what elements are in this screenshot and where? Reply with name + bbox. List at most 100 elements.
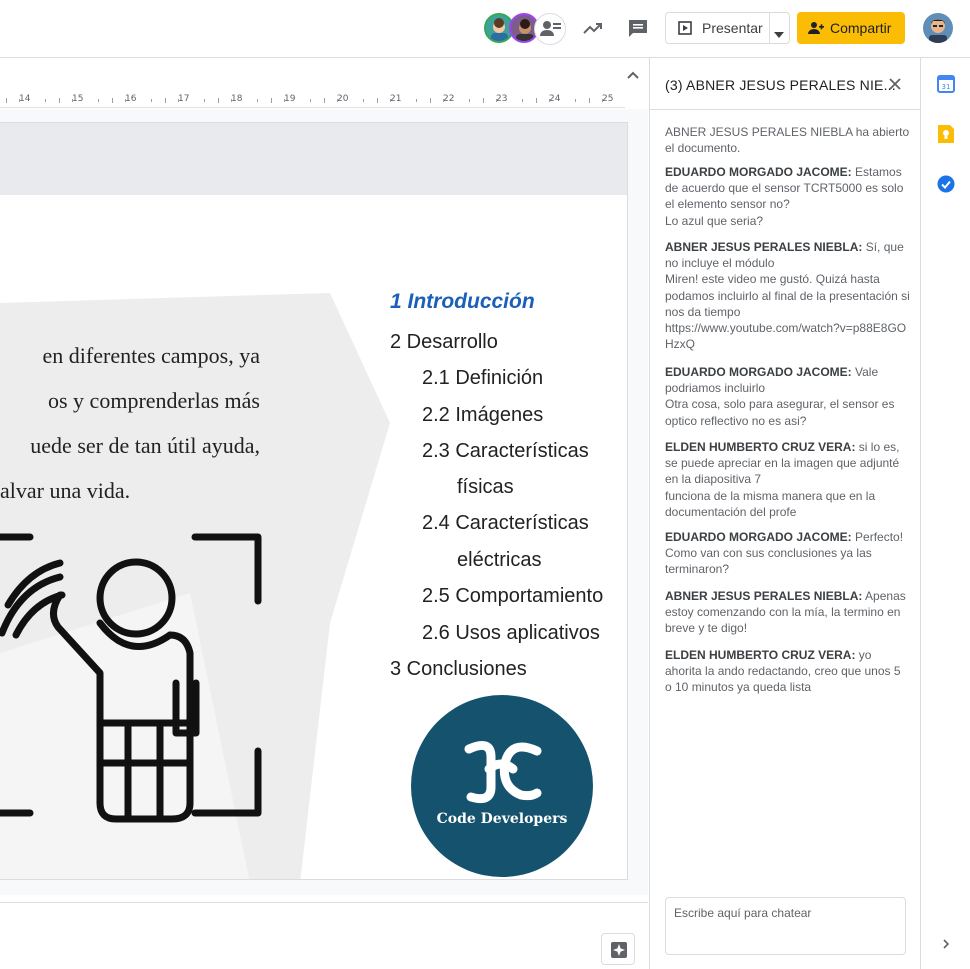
ruler-tick xyxy=(323,98,325,103)
message-line: Perfecto! xyxy=(855,530,904,544)
ruler-tick xyxy=(177,99,179,102)
ruler-tick xyxy=(217,98,219,103)
horizontal-ruler[interactable]: 14 15 16 17 18 19 20 21 22 23 24 25 xyxy=(0,90,625,108)
toc-item-caracteristicas-fisicas[interactable]: 2.3 Características xyxy=(422,440,589,463)
toc-item-electricas-cont[interactable]: eléctricas xyxy=(457,549,541,572)
trending-icon[interactable] xyxy=(581,16,605,40)
top-bar: Presentar Compartir xyxy=(0,0,970,58)
ruler-tick xyxy=(416,99,418,102)
ruler-tick xyxy=(257,99,259,102)
comment-icon[interactable] xyxy=(626,16,650,40)
ruler-tick xyxy=(204,99,206,102)
slide-header-band xyxy=(0,123,627,195)
calendar-icon[interactable]: 31 xyxy=(937,75,955,93)
ruler-tick xyxy=(151,99,153,102)
message-author: EDUARDO MORGADO JACOME: xyxy=(665,165,852,179)
system-message: ABNER JESUS PERALES NIEBLA ha abierto el… xyxy=(665,125,910,156)
share-label: Compartir xyxy=(830,20,892,36)
expand-icon[interactable] xyxy=(940,937,952,949)
ruler-tick xyxy=(588,98,590,103)
ruler-tick xyxy=(283,99,285,102)
message-link[interactable]: https://www.youtube.com/watch?v=p88E8GOH… xyxy=(665,321,906,351)
ruler-label: 19 xyxy=(284,94,296,104)
chat-header: (3) ABNER JESUS PERALES NIE... xyxy=(650,58,921,110)
ruler-tick xyxy=(376,98,378,103)
body-line-1: en diferentes campos, ya xyxy=(42,343,260,368)
message-line: Como van con sus conclusiones ya las ter… xyxy=(665,546,872,577)
ruler-tick xyxy=(495,99,497,102)
message-author: ABNER JESUS PERALES NIEBLA: xyxy=(665,589,863,603)
dropdown-icon[interactable] xyxy=(774,25,784,41)
toc-item-comportamiento[interactable]: 2.5 Comportamiento xyxy=(422,585,603,608)
body-line-3: uede ser de tan útil ayuda, xyxy=(30,433,260,458)
share-button[interactable]: Compartir xyxy=(797,12,905,44)
present-button[interactable]: Presentar xyxy=(665,12,790,44)
ruler-tick xyxy=(482,98,484,103)
ruler-label: 21 xyxy=(390,94,402,104)
toc-item-definicion[interactable]: 2.1 Definición xyxy=(422,367,543,390)
account-avatar[interactable] xyxy=(923,13,953,43)
ruler-label: 20 xyxy=(337,94,349,104)
toc-item-conclusiones[interactable]: 3 Conclusiones xyxy=(390,658,527,681)
ruler-label: 18 xyxy=(231,94,243,104)
toc-item-imagenes[interactable]: 2.2 Imágenes xyxy=(422,404,543,427)
body-line-2: os y comprenderlas más xyxy=(48,388,260,413)
chat-message: ELDEN HUMBERTO CRUZ VERA: si lo es, se p… xyxy=(665,439,910,520)
ruler-tick xyxy=(548,99,550,102)
ruler-label: 16 xyxy=(125,94,137,104)
ruler-tick xyxy=(71,99,73,102)
ruler-tick xyxy=(230,99,232,102)
ruler-tick xyxy=(18,99,20,102)
chat-title: (3) ABNER JESUS PERALES NIE... xyxy=(665,77,896,93)
slide[interactable]: en diferentes campos, ya os y comprender… xyxy=(0,122,628,880)
keep-icon[interactable] xyxy=(938,125,954,143)
chat-message: ABNER JESUS PERALES NIEBLA: Sí, que no i… xyxy=(665,239,910,352)
chat-panel: (3) ABNER JESUS PERALES NIE... ABNER JES… xyxy=(649,58,921,969)
ruler-label: 22 xyxy=(443,94,455,104)
message-author: ELDEN HUMBERTO CRUZ VERA: xyxy=(665,648,856,662)
toc-item-caracteristicas-electricas[interactable]: 2.4 Características xyxy=(422,512,589,535)
collapse-icon[interactable] xyxy=(626,68,640,82)
chat-message: ELDEN HUMBERTO CRUZ VERA: yo ahorita la … xyxy=(665,647,910,696)
ruler-label: 23 xyxy=(496,94,508,104)
present-icon xyxy=(678,21,692,35)
ruler-tick xyxy=(270,98,272,103)
ruler-tick xyxy=(45,99,47,102)
message-author: EDUARDO MORGADO JACOME: xyxy=(665,530,852,544)
ruler-label: 17 xyxy=(178,94,190,104)
chat-message: ABNER JESUS PERALES NIEBLA: Apenas estoy… xyxy=(665,588,910,637)
slide-canvas: en diferentes campos, ya os y comprender… xyxy=(0,109,648,895)
speaker-notes-area[interactable] xyxy=(0,902,648,969)
tasks-icon[interactable] xyxy=(937,175,955,193)
message-author: ELDEN HUMBERTO CRUZ VERA: xyxy=(665,440,856,454)
ruler-tick xyxy=(164,98,166,103)
ruler-label: 24 xyxy=(549,94,561,104)
explore-icon xyxy=(610,941,628,959)
chat-input-placeholder: Escribe aquí para chatear xyxy=(674,906,812,920)
message-author: EDUARDO MORGADO JACOME: xyxy=(665,365,852,379)
logo-text: Code Developers xyxy=(436,811,568,827)
message-line: Miren! este video me gustó. Quizá hasta … xyxy=(665,272,910,319)
ruler-tick xyxy=(5,98,7,103)
chat-message: EDUARDO MORGADO JACOME: Perfecto! Como v… xyxy=(665,529,910,578)
person-add-icon xyxy=(808,20,824,36)
chat-input[interactable]: Escribe aquí para chatear xyxy=(665,897,906,955)
toc-item-usos-aplicativos[interactable]: 2.6 Usos aplicativos xyxy=(422,622,600,645)
ruler-label: 14 xyxy=(19,94,31,104)
message-line: Lo azul que seria? xyxy=(665,213,764,228)
message-author: ABNER JESUS PERALES NIEBLA: xyxy=(665,240,863,254)
toc-item-fisicas-cont[interactable]: físicas xyxy=(457,476,514,499)
body-line-4: alvar una vida. xyxy=(0,478,131,503)
ruler-tick xyxy=(98,99,100,102)
ruler-tick xyxy=(336,99,338,102)
chat-message: EDUARDO MORGADO JACOME: Vale podriamos i… xyxy=(665,364,910,429)
close-icon[interactable] xyxy=(888,77,902,91)
toc-item-desarrollo[interactable]: 2 Desarrollo xyxy=(390,331,498,354)
ruler-label: 25 xyxy=(602,94,614,104)
toc-item-introduccion[interactable]: 1 Introducción xyxy=(390,290,535,314)
explore-button[interactable] xyxy=(601,933,635,965)
ruler-label: 15 xyxy=(72,94,84,104)
message-line: Otra cosa, solo para asegurar, el sensor… xyxy=(665,397,895,428)
collaborator-avatar-3[interactable] xyxy=(534,13,566,45)
ruler-tick xyxy=(58,98,60,103)
